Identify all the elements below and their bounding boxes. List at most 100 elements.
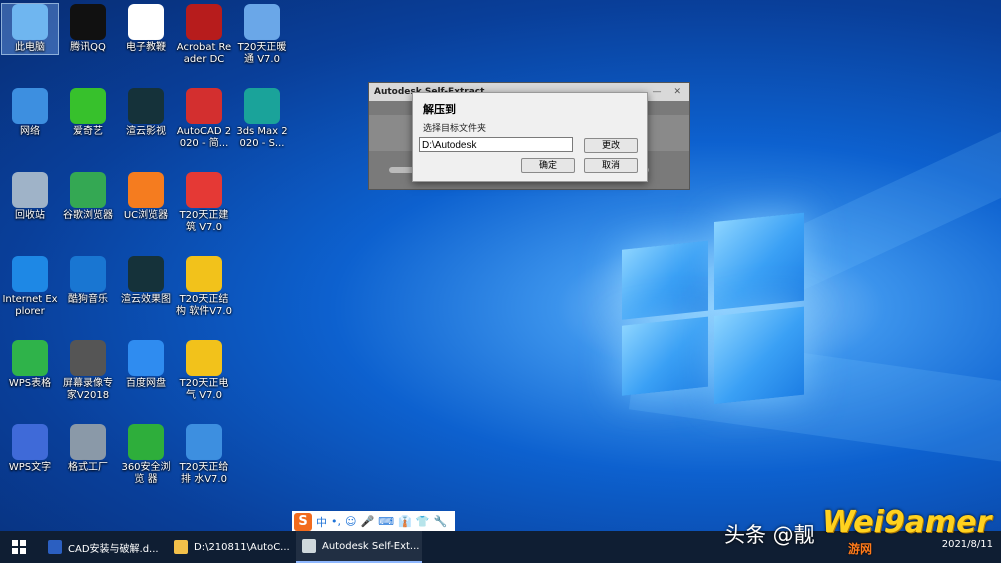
desktop-icon-label: WPS文字 (8, 462, 52, 473)
wrench-icon[interactable]: 🔧 (433, 515, 447, 528)
desktop-icon-label: 谷歌浏览器 (63, 210, 113, 221)
minimize-icon[interactable]: — (652, 87, 661, 97)
ok-button[interactable]: 确定 (521, 158, 575, 173)
desktop-icon[interactable]: T20天正建筑 V7.0 (176, 172, 232, 234)
iqiyi-icon (70, 88, 106, 124)
wps-sheet-icon (12, 340, 48, 376)
desktop-icon-label: 格式工厂 (68, 462, 108, 473)
desktop-icon-label: T20天正建筑 V7.0 (179, 210, 229, 233)
brand-watermark-sub: 游网 (848, 542, 873, 556)
desktop-icon-label: 电子教鞭 (126, 42, 166, 53)
sogou-logo-icon[interactable]: S (294, 512, 312, 531)
desktop-icon-label: Internet Explorer (2, 294, 58, 317)
format-factory-icon (70, 424, 106, 460)
ime-toolbar: S 中 •, ☺ 🎤 ⌨ 👔 👕 🔧 (292, 511, 455, 532)
computer-icon (12, 4, 48, 40)
desktop-icon[interactable]: T20天正暖通 V7.0 (234, 4, 290, 66)
desktop-icon[interactable]: T20天正给排 水V7.0 (176, 424, 232, 486)
shirt-icon[interactable]: 👕 (416, 515, 430, 528)
desktop-icon-label: T20天正给排 水V7.0 (179, 462, 229, 485)
tangent-struct-icon (186, 256, 222, 292)
desktop-icon[interactable]: 爱奇艺 (60, 88, 116, 138)
punctuation-icon[interactable]: •, (331, 515, 341, 528)
xuanyun-render-icon (128, 256, 164, 292)
recycle-bin-icon (12, 172, 48, 208)
network-icon (12, 88, 48, 124)
windows-start-icon (12, 540, 26, 554)
change-button[interactable]: 更改 (584, 138, 638, 153)
wps-doc-icon (12, 424, 48, 460)
skin-icon[interactable]: 👔 (398, 515, 412, 528)
uc-browser-icon (128, 172, 164, 208)
baidu-pan-icon (128, 340, 164, 376)
desktop-icon[interactable]: 电子教鞭 (118, 4, 174, 54)
toutiao-watermark: 头条 @靓 (724, 523, 815, 547)
desktop-icon[interactable]: 渲云影视 (118, 88, 174, 138)
desktop-icon-label: T20天正暖通 V7.0 (237, 42, 287, 65)
close-icon[interactable]: ✕ (673, 87, 681, 97)
desktop-icon-label: 酷狗音乐 (68, 294, 108, 305)
cancel-button[interactable]: 取消 (584, 158, 638, 173)
teacher-pointer-icon (128, 4, 164, 40)
tangent-arch-icon (186, 172, 222, 208)
desktop-icon-label: T20天正结构 软件V7.0 (176, 294, 232, 317)
3dsmax-icon (244, 88, 280, 124)
clock-date[interactable]: 2021/8/11 (942, 539, 993, 550)
desktop-icon[interactable]: T20天正电气 V7.0 (176, 340, 232, 402)
microphone-icon[interactable]: 🎤 (360, 515, 374, 528)
desktop-icon[interactable]: 格式工厂 (60, 424, 116, 474)
desktop-icon[interactable]: 360安全浏览 器 (118, 424, 174, 486)
desktop-icon[interactable]: Internet Explorer (2, 256, 58, 318)
tangent-water-icon (186, 424, 222, 460)
desktop-icon[interactable]: 回收站 (2, 172, 58, 222)
desktop-icon[interactable]: UC浏览器 (118, 172, 174, 222)
desktop-icon[interactable]: 网络 (2, 88, 58, 138)
desktop-icon[interactable]: WPS文字 (2, 424, 58, 474)
desktop-icon-label: 渲云影视 (126, 126, 166, 137)
tangent-hvac-icon (244, 4, 280, 40)
desktop-icon[interactable]: T20天正结构 软件V7.0 (176, 256, 232, 318)
start-button[interactable] (0, 531, 38, 563)
desktop-icon[interactable]: 百度网盘 (118, 340, 174, 390)
desktop-icon-label: WPS表格 (8, 378, 52, 389)
desktop-icon-label: AutoCAD 2020 - 简... (176, 126, 232, 149)
installer-icon (302, 539, 316, 553)
desktop-icon-label: 渲云效果图 (121, 294, 171, 305)
desktop-icon-label: 回收站 (15, 210, 45, 221)
windows-logo (622, 212, 807, 405)
desktop-icon[interactable]: 酷狗音乐 (60, 256, 116, 306)
brand-watermark: Wei9amer (822, 505, 992, 540)
desktop-icon-label: UC浏览器 (123, 210, 169, 221)
desktop-icon[interactable]: 屏幕录像专 家V2018 (60, 340, 116, 402)
taskbar-item-word-doc[interactable]: CAD安装与破解.d... (42, 531, 166, 563)
desktop-icon[interactable]: WPS表格 (2, 340, 58, 390)
taskbar-item-label: Autodesk Self-Ext... (322, 540, 420, 552)
autocad-icon (186, 88, 222, 124)
desktop-icon[interactable]: 3ds Max 2020 - S... (234, 88, 290, 150)
desktop-icon-label: Acrobat Reader DC (176, 42, 232, 65)
desktop-icon[interactable]: AutoCAD 2020 - 简... (176, 88, 232, 150)
emoji-icon[interactable]: ☺ (345, 515, 356, 528)
desktop-icon[interactable]: 腾讯QQ (60, 4, 116, 54)
screen-recorder-icon (70, 340, 106, 376)
360-browser-icon (128, 424, 164, 460)
desktop-icon[interactable]: Acrobat Reader DC (176, 4, 232, 66)
keyboard-icon[interactable]: ⌨ (378, 515, 394, 528)
desktop-icon-label: 此电脑 (15, 42, 45, 53)
chrome-icon (70, 172, 106, 208)
extract-to-dialog: 解压到 选择目标文件夹 D:\Autodesk 更改 确定 取消 (412, 92, 648, 182)
dialog-title: 解压到 (423, 103, 456, 116)
desktop-icon[interactable]: 谷歌浏览器 (60, 172, 116, 222)
ie-icon (12, 256, 48, 292)
desktop-icon-label: 爱奇艺 (73, 126, 103, 137)
desktop-icon[interactable]: 此电脑 (1, 3, 59, 55)
taskbar-item-label: D:\210811\AutoC... (194, 541, 290, 553)
desktop-icon[interactable]: 渲云效果图 (118, 256, 174, 306)
word-doc-icon (48, 540, 62, 554)
ime-mode-toggle[interactable]: 中 (316, 514, 327, 530)
desktop-icon-label: T20天正电气 V7.0 (179, 378, 229, 401)
taskbar-item-folder[interactable]: D:\210811\AutoC... (168, 531, 294, 563)
destination-path-input[interactable]: D:\Autodesk (419, 137, 573, 152)
dialog-subtitle: 选择目标文件夹 (423, 124, 487, 134)
taskbar-item-installer[interactable]: Autodesk Self-Ext... (296, 531, 422, 563)
